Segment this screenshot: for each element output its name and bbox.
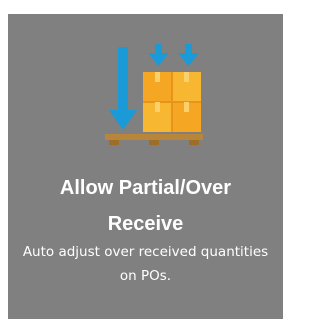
card-title-line-2: Receive bbox=[107, 213, 184, 235]
card-title: Allow Partial/Over Receive bbox=[8, 170, 283, 242]
down-arrow-large-icon bbox=[109, 47, 137, 130]
card-description: Auto adjust over received quantities on … bbox=[22, 244, 269, 284]
feature-card: Allow Partial/Over Receive Auto adjust o… bbox=[8, 14, 283, 319]
pallet-receive-icon bbox=[105, 44, 203, 145]
card-title-line-1: Allow Partial/Over bbox=[59, 177, 232, 199]
down-arrow-small-icon bbox=[178, 44, 199, 66]
down-arrow-small-icon bbox=[148, 44, 169, 66]
boxes-icon bbox=[143, 72, 201, 132]
pallet-icon bbox=[105, 134, 203, 145]
